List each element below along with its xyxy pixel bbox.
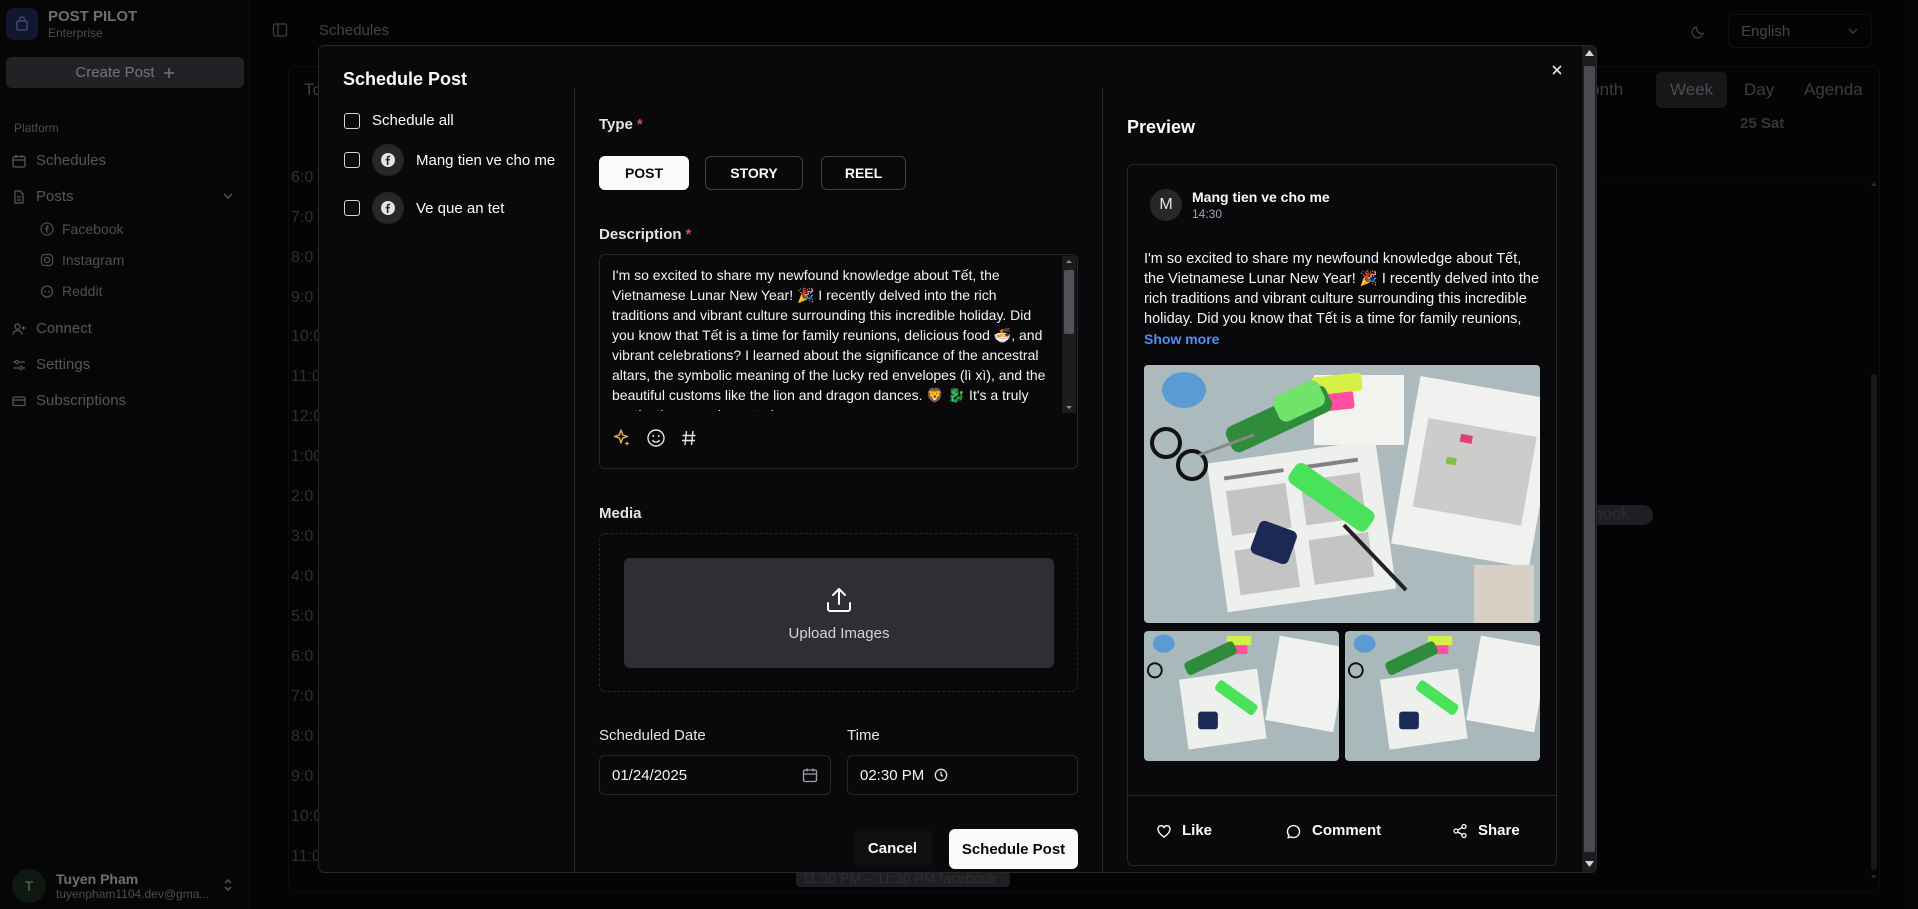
type-label: Type * (599, 116, 643, 133)
calendar-icon[interactable] (802, 767, 818, 783)
account-checkbox[interactable] (344, 200, 360, 216)
preview-header: M Mang tien ve cho me 14:30 (1150, 189, 1330, 221)
scrollbar-thumb[interactable] (1584, 66, 1595, 852)
dialog-scrollbar[interactable] (1582, 46, 1596, 872)
divider (1128, 795, 1556, 796)
dialog-title: Schedule Post (343, 69, 468, 89)
comment-button[interactable]: Comment (1286, 822, 1381, 839)
comment-label: Comment (1312, 822, 1382, 839)
time-label: Time (847, 727, 880, 744)
preview-thumbnail (1345, 631, 1540, 761)
date-value: 01/24/2025 (612, 766, 688, 784)
sparkles-icon[interactable] (612, 428, 632, 448)
account-option[interactable]: Ve que an tet (344, 192, 504, 224)
account-checkbox[interactable] (344, 152, 360, 168)
scrollbar-thumb[interactable] (1064, 270, 1074, 334)
type-label-text: Type (599, 116, 633, 133)
description-scrollbar[interactable] (1062, 256, 1076, 413)
scroll-up-icon[interactable] (1585, 50, 1594, 56)
close-icon[interactable] (1550, 63, 1564, 77)
type-story-button[interactable]: STORY (705, 156, 803, 190)
facebook-icon (372, 144, 404, 176)
account-name: Mang tien ve cho me (416, 151, 556, 169)
divider (1102, 88, 1103, 872)
description-label-text: Description (599, 226, 682, 243)
description-toolbar (612, 428, 698, 448)
show-more-link[interactable]: Show more (1144, 331, 1219, 347)
cancel-button[interactable]: Cancel (853, 829, 932, 867)
scheduled-date-label: Scheduled Date (599, 727, 706, 744)
facebook-icon (372, 192, 404, 224)
hashtag-icon[interactable] (680, 429, 698, 447)
avatar: M (1150, 189, 1182, 221)
preview-thumbnail (1144, 631, 1339, 761)
required-mark: * (636, 116, 643, 133)
preview-text: I'm so excited to share my newfound know… (1144, 251, 1540, 327)
preview-account-name: Mang tien ve cho me (1192, 189, 1330, 205)
upload-images-button[interactable]: Upload Images (624, 558, 1054, 668)
schedule-post-dialog: Schedule Post Schedule all Mang tien ve … (318, 45, 1597, 873)
emoji-icon[interactable] (646, 428, 666, 448)
schedule-all-checkbox[interactable] (344, 112, 360, 129)
divider (574, 88, 575, 872)
share-button[interactable]: Share (1452, 822, 1520, 839)
time-input[interactable]: 02:30 PM (847, 755, 1078, 795)
account-name: Ve que an tet (416, 199, 505, 217)
account-option[interactable]: Mang tien ve cho me (344, 144, 555, 176)
post-preview-card: M Mang tien ve cho me 14:30 I'm so excit… (1127, 164, 1557, 866)
preview-image (1144, 365, 1540, 623)
required-mark: * (685, 226, 692, 243)
scroll-down-icon[interactable] (1585, 861, 1594, 867)
schedule-all-option[interactable]: Schedule all (344, 112, 454, 129)
media-dropzone: Upload Images (599, 533, 1078, 692)
media-label: Media (599, 505, 642, 522)
share-label: Share (1478, 822, 1520, 839)
schedule-all-label: Schedule all (372, 112, 454, 129)
schedule-post-button[interactable]: Schedule Post (949, 829, 1078, 869)
preview-title: Preview (1127, 117, 1196, 137)
description-label: Description * (599, 226, 691, 243)
preview-time: 14:30 (1192, 207, 1223, 221)
description-textarea[interactable]: I'm so excited to share my newfound know… (599, 254, 1078, 469)
share-icon (1452, 823, 1468, 839)
like-label: Like (1182, 822, 1213, 839)
scheduled-date-input[interactable]: 01/24/2025 (599, 755, 831, 795)
heart-icon (1156, 823, 1172, 839)
type-post-button[interactable]: POST (599, 156, 689, 190)
upload-label: Upload Images (788, 624, 890, 642)
description-text[interactable]: I'm so excited to share my newfound know… (612, 265, 1052, 411)
clock-icon[interactable] (934, 768, 948, 782)
like-button[interactable]: Like (1156, 822, 1212, 839)
time-value: 02:30 PM (860, 766, 925, 784)
upload-icon (824, 585, 854, 615)
comment-icon (1286, 823, 1302, 839)
type-reel-button[interactable]: REEL (821, 156, 906, 190)
